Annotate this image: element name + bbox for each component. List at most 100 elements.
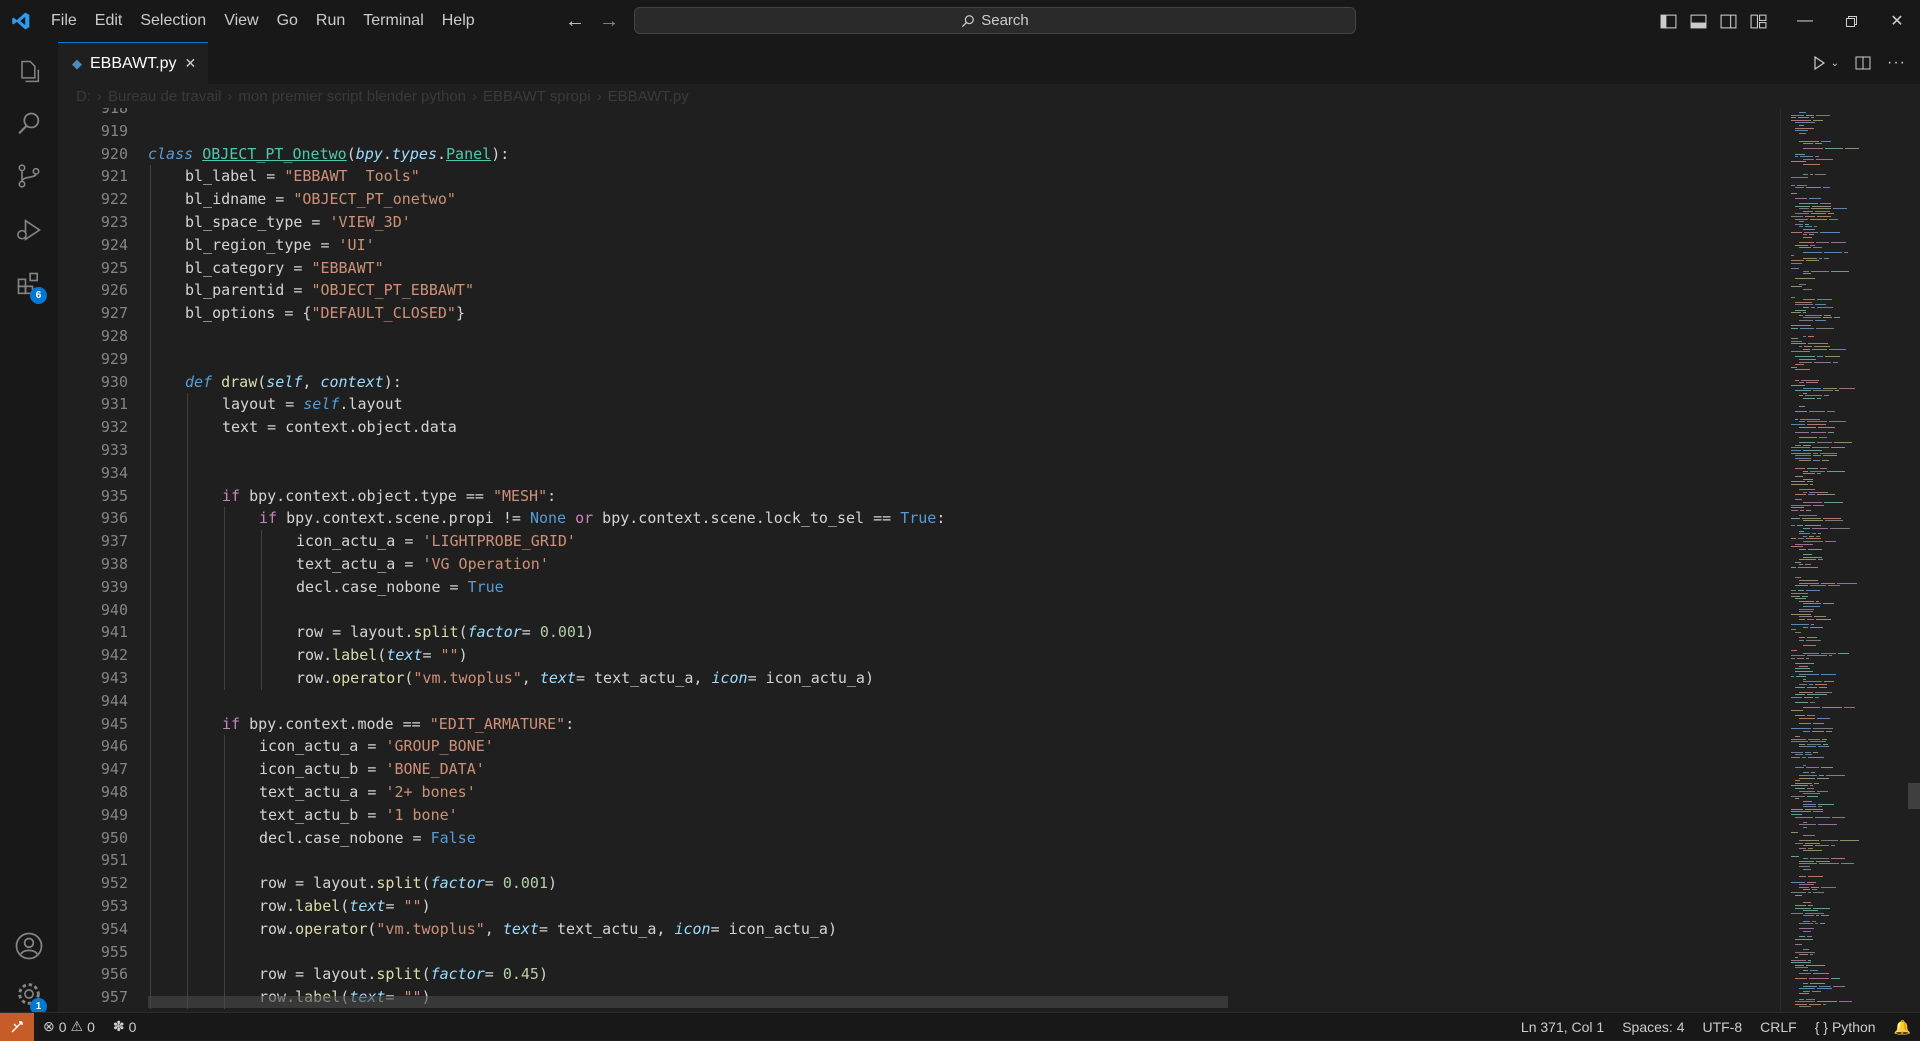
code-line[interactable]: text_actu_a = 'VG Operation'	[296, 553, 549, 576]
code-line[interactable]: layout = self.layout	[222, 393, 403, 416]
code-line[interactable]: icon_actu_a = 'LIGHTPROBE_GRID'	[296, 530, 576, 553]
manage-gear-icon[interactable]: 1	[0, 970, 58, 1018]
tab-ebbawt-py[interactable]: ◆ EBBAWT.py ✕	[58, 42, 208, 84]
run-dropdown-icon[interactable]: ⌄	[1831, 58, 1839, 69]
encoding[interactable]: UTF-8	[1693, 1019, 1751, 1035]
code-token: Panel	[446, 144, 492, 163]
menu-edit[interactable]: Edit	[86, 0, 132, 42]
code-line[interactable]: text_actu_b = '1 bone'	[259, 804, 458, 827]
minimap-line	[1812, 990, 1821, 992]
menu-help[interactable]: Help	[433, 0, 484, 42]
back-arrow-icon[interactable]: ←	[565, 10, 585, 33]
code-line[interactable]: decl.case_nobone = True	[296, 576, 504, 599]
code-line[interactable]: if bpy.context.mode == "EDIT_ARMATURE":	[222, 713, 574, 736]
code-line[interactable]: bl_region_type = 'UI'	[185, 234, 375, 257]
code-token: =	[385, 897, 404, 915]
code-line[interactable]: row = layout.split(factor= 0.001)	[296, 621, 594, 644]
breadcrumb-item[interactable]: mon premier script blender python	[238, 88, 466, 105]
end-of-line[interactable]: CRLF	[1751, 1019, 1806, 1035]
menu-file[interactable]: File	[42, 0, 86, 42]
menu-go[interactable]: Go	[268, 0, 307, 42]
code-line[interactable]: row = layout.split(factor= 0.45)	[259, 963, 548, 986]
code-area[interactable]: class OBJECT_PT_Onetwo(bpy.types.Panel):…	[148, 108, 1768, 1012]
notifications-bell-icon[interactable]: 🔔	[1885, 1019, 1920, 1036]
toggle-primary-sidebar-icon[interactable]	[1660, 13, 1677, 30]
menu-run[interactable]: Run	[307, 0, 354, 42]
code-editor[interactable]: 918 919 920 921 922 923 924 925 926 927 928 929 930 9…	[58, 108, 1780, 1012]
extensions-icon[interactable]: 6	[0, 260, 58, 308]
code-line[interactable]: if bpy.context.object.type == "MESH":	[222, 485, 556, 508]
code-line[interactable]: row.operator("vm.twoplus", text= text_ac…	[296, 667, 874, 690]
minimize-icon[interactable]: —	[1782, 0, 1828, 42]
ports-indicator[interactable]: ✽ 0	[104, 1018, 146, 1035]
minimap[interactable]	[1780, 108, 1907, 1012]
code-line[interactable]: row.label(text= "")	[296, 644, 468, 667]
code-line[interactable]: def draw(self, context):	[185, 371, 402, 394]
code-line[interactable]: bl_category = "EBBAWT"	[185, 257, 384, 280]
code-line[interactable]: bl_options = {"DEFAULT_CLOSED"}	[185, 302, 465, 325]
code-line[interactable]: if bpy.context.scene.propi != None or bp…	[259, 507, 945, 530]
tab-close-icon[interactable]: ✕	[185, 55, 197, 72]
code-token: =	[521, 623, 540, 642]
problems-indicator[interactable]: ⊗ 0 ⚠ 0	[34, 1018, 104, 1035]
minimap-line	[1826, 775, 1845, 776]
menu-terminal[interactable]: Terminal	[354, 0, 432, 42]
code-line[interactable]: class OBJECT_PT_Onetwo(bpy.types.Panel):	[148, 143, 509, 166]
minimap-line	[1817, 790, 1828, 792]
cursor-position[interactable]: Ln 371, Col 1	[1512, 1019, 1613, 1035]
accounts-icon[interactable]	[0, 922, 58, 970]
code-line[interactable]: bl_label = "EBBAWT Tools"	[185, 165, 420, 188]
minimap-line	[1824, 502, 1843, 503]
breadcrumb-item[interactable]: EBBAWT.py	[608, 88, 689, 105]
close-window-icon[interactable]: ✕	[1874, 0, 1920, 42]
code-line[interactable]: bl_parentid = "OBJECT_PT_EBBAWT"	[185, 279, 474, 302]
menu-view[interactable]: View	[215, 0, 267, 42]
code-line[interactable]: bl_space_type = 'VIEW_3D'	[185, 211, 411, 234]
code-token: icon	[674, 919, 711, 938]
code-line[interactable]: icon_actu_b = 'BONE_DATA'	[259, 758, 485, 781]
minimap-line	[1795, 668, 1810, 670]
command-center-search[interactable]: Search	[634, 7, 1356, 34]
run-and-debug-icon[interactable]	[0, 206, 58, 254]
code-token: =	[422, 646, 441, 665]
indentation[interactable]: Spaces: 4	[1613, 1019, 1693, 1035]
toggle-secondary-sidebar-icon[interactable]	[1720, 13, 1737, 30]
language-mode[interactable]: { } Python	[1806, 1019, 1885, 1035]
search-view-icon[interactable]	[0, 100, 58, 148]
forward-arrow-icon[interactable]: →	[599, 10, 619, 33]
explorer-icon[interactable]	[0, 48, 58, 96]
source-control-icon[interactable]	[0, 152, 58, 200]
code-line[interactable]: text_actu_a = '2+ bones'	[259, 781, 476, 804]
code-line[interactable]: row.label(text= "")	[259, 895, 431, 918]
horizontal-scrollbar[interactable]	[148, 996, 1228, 1008]
code-line[interactable]: row = layout.split(factor= 0.001)	[259, 872, 557, 895]
code-line[interactable]: icon_actu_a = 'GROUP_BONE'	[259, 735, 494, 758]
run-python-file-icon[interactable]: ⌄	[1811, 55, 1839, 71]
code-line[interactable]: bl_idname = "OBJECT_PT_onetwo"	[185, 188, 456, 211]
minimap-line	[1803, 257, 1817, 259]
remote-indicator[interactable]	[0, 1012, 34, 1041]
code-token: row = layout.	[296, 623, 414, 642]
scrollbar-thumb[interactable]	[1908, 783, 1920, 809]
breadcrumb-item[interactable]: Bureau de travail	[108, 88, 221, 105]
code-token: split	[376, 965, 422, 984]
code-token: "vm.twoplus"	[413, 669, 522, 687]
minimap-line	[1809, 234, 1814, 236]
more-actions-icon[interactable]: ···	[1887, 54, 1906, 72]
code-line[interactable]: decl.case_nobone = False	[259, 827, 476, 850]
menu-selection[interactable]: Selection	[131, 0, 215, 42]
minimap-line	[1795, 767, 1804, 769]
code-line[interactable]: text = context.object.data	[222, 416, 457, 439]
customize-layout-icon[interactable]	[1750, 13, 1767, 30]
code-line[interactable]: row.operator("vm.twoplus", text= text_ac…	[259, 918, 837, 941]
breadcrumb-item[interactable]: D:	[76, 88, 91, 105]
breadcrumb-item[interactable]: EBBAWT spropi	[483, 88, 591, 105]
minimap-line	[1791, 286, 1802, 288]
split-editor-icon[interactable]	[1855, 55, 1871, 71]
code-token: or	[575, 509, 594, 528]
toggle-panel-icon[interactable]	[1690, 13, 1707, 30]
minimap-line	[1833, 985, 1845, 987]
minimap-line	[1799, 530, 1804, 532]
vertical-scrollbar[interactable]	[1906, 108, 1920, 1012]
restore-icon[interactable]	[1828, 0, 1874, 42]
